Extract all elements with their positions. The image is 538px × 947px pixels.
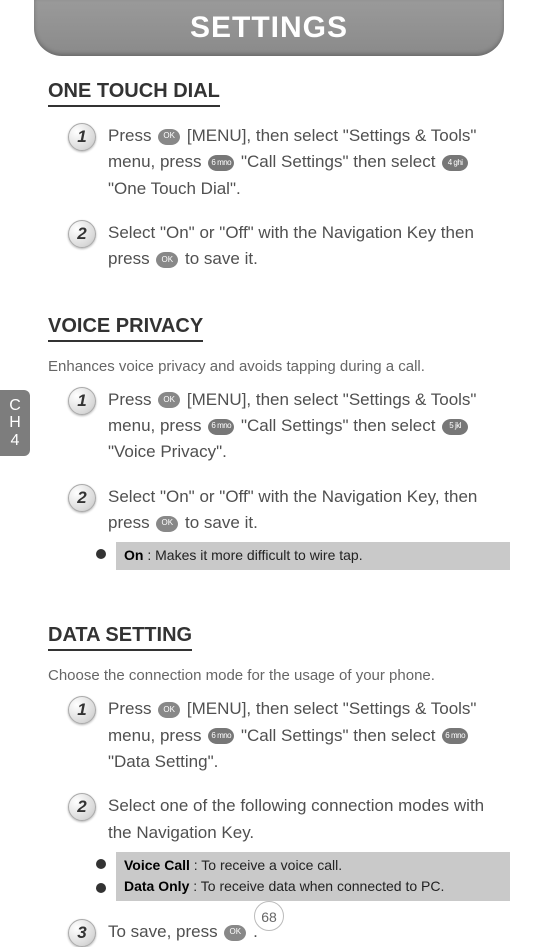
data-setting-step-2: 2 Select one of the following connection… bbox=[68, 793, 510, 846]
key-6-icon: 6 mno bbox=[208, 728, 234, 744]
step-text: Select one of the following connection m… bbox=[108, 793, 510, 846]
step-number: 1 bbox=[68, 123, 96, 151]
chapter-tab: C H 4 bbox=[0, 390, 30, 456]
data-setting-note-data-only: Data Only : To receive data when connect… bbox=[96, 876, 510, 901]
step-number: 3 bbox=[68, 919, 96, 947]
bullet-icon bbox=[96, 859, 106, 869]
voice-privacy-step-1: 1 Press OK [MENU], then select "Settings… bbox=[68, 387, 510, 466]
bullet-icon bbox=[96, 883, 106, 893]
page-number-value: 68 bbox=[254, 901, 284, 931]
note-text: Data Only : To receive data when connect… bbox=[116, 876, 510, 901]
ok-key-icon: OK bbox=[158, 702, 180, 718]
chapter-tab-c: C bbox=[9, 397, 21, 415]
section-title-data-setting: DATA SETTING bbox=[48, 624, 192, 651]
ok-key-icon: OK bbox=[156, 516, 178, 532]
step-number: 2 bbox=[68, 220, 96, 248]
ok-key-icon: OK bbox=[158, 392, 180, 408]
key-6-icon: 6 mno bbox=[208, 419, 234, 435]
chapter-tab-num: 4 bbox=[11, 432, 20, 450]
step-text: Press OK [MENU], then select "Settings &… bbox=[108, 696, 510, 775]
note-text: Voice Call : To receive a voice call. bbox=[116, 852, 510, 876]
step-number: 1 bbox=[68, 387, 96, 415]
one-touch-step-2: 2 Select "On" or "Off" with the Navigati… bbox=[68, 220, 510, 273]
data-setting-note-voice-call: Voice Call : To receive a voice call. bbox=[96, 852, 510, 876]
page-title: SETTINGS bbox=[190, 11, 348, 45]
voice-privacy-step-2: 2 Select "On" or "Off" with the Navigati… bbox=[68, 484, 510, 537]
bullet-icon bbox=[96, 549, 106, 559]
ok-key-icon: OK bbox=[158, 129, 180, 145]
note-text: On : Makes it more difficult to wire tap… bbox=[116, 542, 510, 570]
step-text: Select "On" or "Off" with the Navigation… bbox=[108, 220, 510, 273]
voice-privacy-note: On : Makes it more difficult to wire tap… bbox=[96, 542, 510, 570]
step-number: 1 bbox=[68, 696, 96, 724]
step-text: Press OK [MENU], then select "Settings &… bbox=[108, 387, 510, 466]
key-6-icon: 6 mno bbox=[442, 728, 468, 744]
step-number: 2 bbox=[68, 793, 96, 821]
step-text: Press OK [MENU], then select "Settings &… bbox=[108, 123, 510, 202]
data-setting-step-1: 1 Press OK [MENU], then select "Settings… bbox=[68, 696, 510, 775]
data-setting-step-3: 3 To save, press OK . bbox=[68, 919, 510, 947]
step-number: 2 bbox=[68, 484, 96, 512]
section-title-voice-privacy: VOICE PRIVACY bbox=[48, 315, 203, 342]
voice-privacy-desc: Enhances voice privacy and avoids tappin… bbox=[48, 358, 510, 375]
chapter-tab-h: H bbox=[9, 414, 21, 432]
page-number: 68 bbox=[254, 901, 284, 931]
page-header: SETTINGS bbox=[34, 0, 504, 56]
key-6-icon: 6 mno bbox=[208, 155, 234, 171]
key-5-icon: 5 jkl bbox=[442, 419, 468, 435]
section-title-one-touch: ONE TOUCH DIAL bbox=[48, 80, 220, 107]
page-content: ONE TOUCH DIAL 1 Press OK [MENU], then s… bbox=[0, 56, 538, 947]
key-4-icon: 4 ghi bbox=[442, 155, 468, 171]
ok-key-icon: OK bbox=[156, 252, 178, 268]
step-text: Select "On" or "Off" with the Navigation… bbox=[108, 484, 510, 537]
data-setting-desc: Choose the connection mode for the usage… bbox=[48, 667, 510, 684]
step-text: To save, press OK . bbox=[108, 919, 510, 945]
one-touch-step-1: 1 Press OK [MENU], then select "Settings… bbox=[68, 123, 510, 202]
ok-key-icon: OK bbox=[224, 925, 246, 941]
